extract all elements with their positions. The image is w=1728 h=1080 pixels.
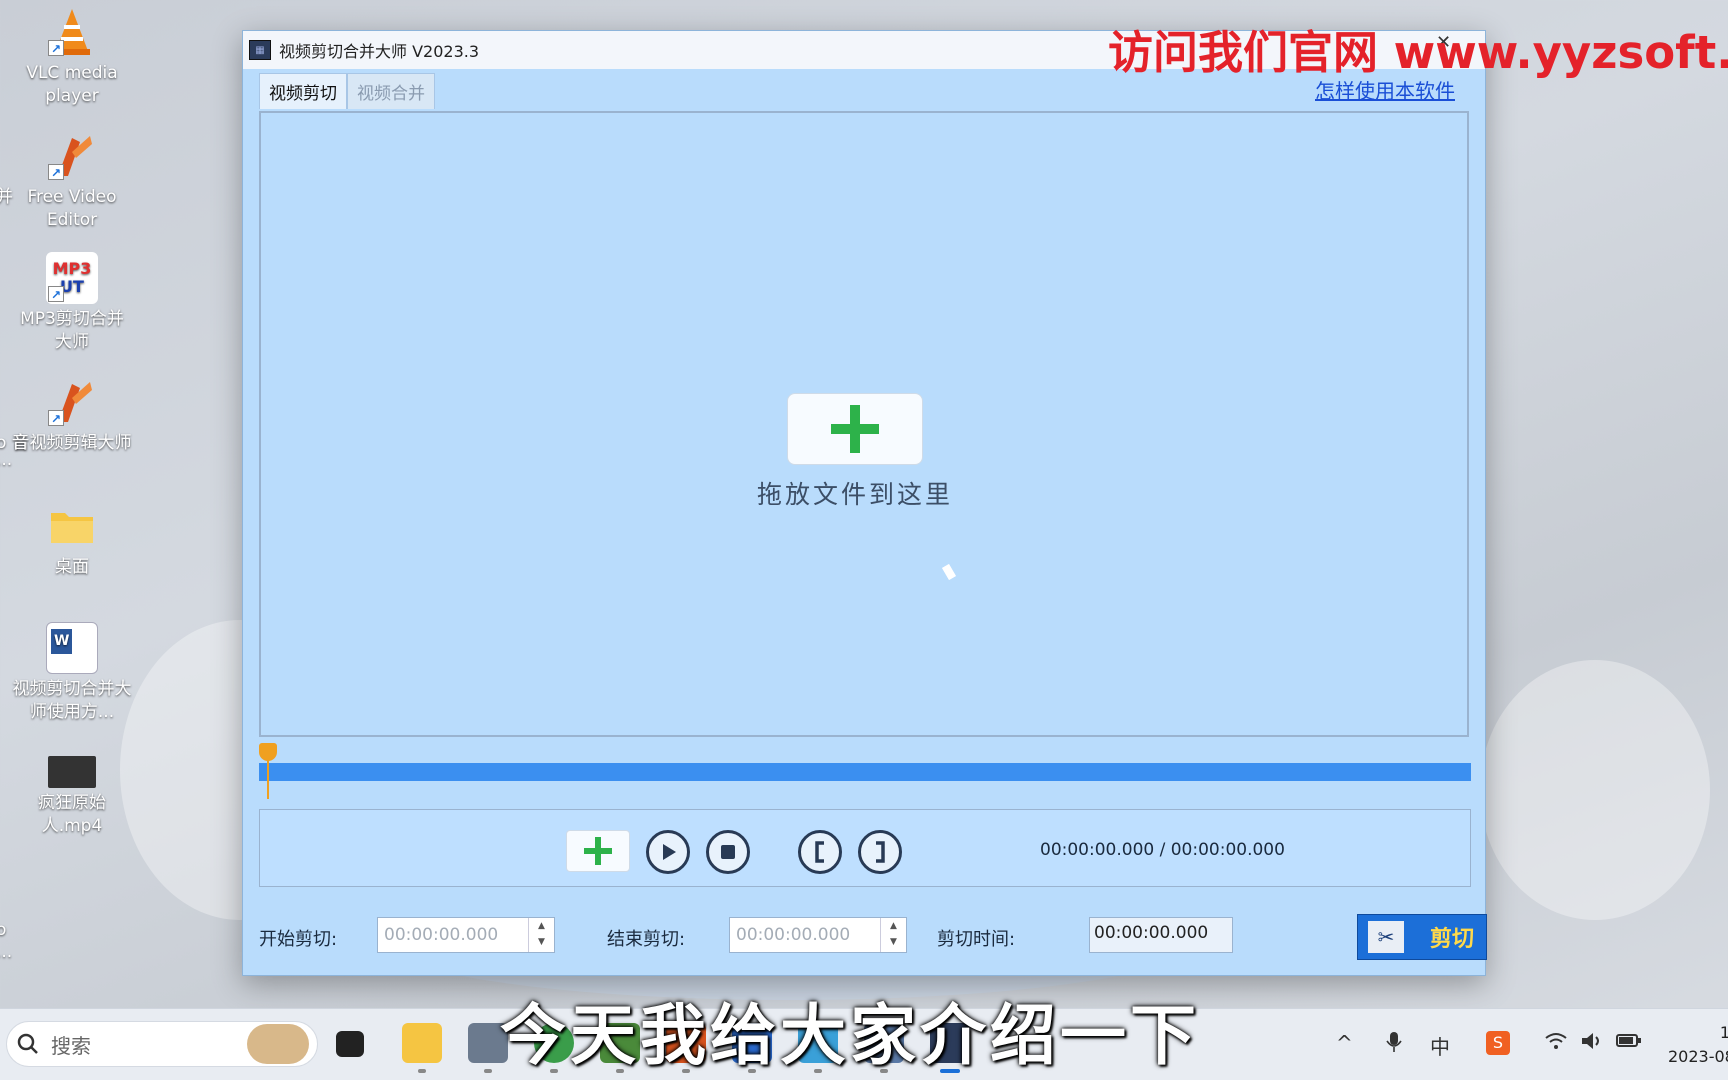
search-placeholder: 搜索 (51, 1033, 91, 1058)
website-watermark: 访问我们官网 www.yyzsoft.co (1108, 26, 1728, 79)
time-readout: 00:00:00.000 / 00:00:00.000 (1040, 840, 1285, 860)
running-indicator (484, 1069, 492, 1073)
word-doc-icon: W (46, 622, 98, 674)
app-film-icon: ▦ (249, 40, 271, 60)
clock-time: 1 (1719, 1023, 1728, 1042)
tab-video-cut[interactable]: 视频剪切 (259, 73, 347, 109)
vlc-cone-icon: ↗ (46, 6, 98, 58)
desktop-icon-video-file[interactable]: 疯狂原始人.mp4 (12, 756, 132, 838)
desktop-icon-free-video-editor[interactable]: ↗ Free Video Editor (12, 130, 132, 232)
partial-desktop-label: ... (0, 450, 13, 470)
folder-icon (46, 500, 98, 552)
partial-desktop-label: 并 (0, 187, 13, 207)
task-view-icon[interactable] (336, 1031, 364, 1057)
desktop-icon-label: 音视频剪辑大师 (12, 433, 132, 453)
partial-desktop-label: o (0, 920, 7, 940)
clock-date: 2023-08 (1668, 1047, 1728, 1066)
running-indicator (418, 1069, 426, 1073)
desktop-icon-mp3-cut[interactable]: MP3 UT ↗ MP3剪切合并大师 (12, 252, 132, 354)
video-editor-icon: ↗ (46, 130, 98, 182)
cut-duration-value: 00:00:00.000 (1089, 917, 1233, 953)
mouse-cursor-icon (942, 563, 956, 581)
desktop-icon-manual-doc[interactable]: W 视频剪切合并大师使用方... (12, 622, 132, 724)
cut-settings-row: 开始剪切: 00:00:00.000 ▲ ▼ 结束剪切: 00:00:00.000… (259, 914, 1487, 960)
desktop-icon-label: Free Video Editor (27, 187, 117, 230)
playhead-line (267, 759, 269, 799)
file-explorer-icon[interactable] (402, 1023, 442, 1063)
end-cut-label: 结束剪切: (607, 929, 686, 950)
app-window: ▦ 视频剪切合并大师 V2023.3 视频剪切 视频合并 怎样使用本软件 拖放文… (242, 30, 1487, 976)
microphone-icon[interactable] (1386, 1031, 1402, 1053)
end-cut-value: 00:00:00.000 (736, 925, 851, 945)
desktop-icon-label: VLC media player (26, 63, 118, 106)
desktop-icon-vlc[interactable]: ↗ VLC media player (12, 6, 132, 108)
desktop-icon-label: MP3剪切合并大师 (20, 309, 124, 352)
ime-indicator[interactable]: 中 (1430, 1031, 1450, 1060)
sogou-ime-icon[interactable]: S (1486, 1031, 1510, 1055)
start-cut-label: 开始剪切: (259, 929, 338, 950)
shortcut-arrow-icon: ↗ (48, 40, 64, 56)
shortcut-arrow-icon: ↗ (48, 410, 64, 426)
playhead-handle[interactable] (259, 743, 277, 761)
stop-button[interactable] (706, 830, 750, 874)
chevron-up-icon[interactable]: ^ (1336, 1031, 1353, 1055)
bracket-open-icon (815, 841, 824, 863)
tab-video-merge[interactable]: 视频合并 (347, 73, 435, 109)
desktop-icon-av-editor[interactable]: ↗ 音视频剪辑大师 (12, 376, 132, 455)
mark-end-button[interactable] (858, 830, 902, 874)
play-icon (663, 844, 676, 860)
taskbar-search[interactable]: 搜索 (6, 1021, 318, 1067)
scissors-icon: ✂ (1368, 921, 1404, 953)
cut-duration-label: 剪切时间: (937, 929, 1016, 950)
play-button[interactable] (646, 830, 690, 874)
desktop-icon-desktop-folder[interactable]: 桌面 (12, 500, 132, 579)
timeline-bar[interactable] (259, 763, 1471, 781)
desktop-icon-label: 桌面 (55, 557, 89, 577)
drop-hint: 拖放文件到这里 (756, 480, 953, 509)
search-icon (17, 1033, 38, 1054)
battery-icon[interactable] (1616, 1031, 1642, 1049)
search-highlight-image (247, 1024, 309, 1064)
start-cut-input[interactable]: 00:00:00.000 ▲ ▼ (377, 917, 555, 953)
end-cut-stepper[interactable]: ▲ ▼ (880, 918, 906, 952)
shortcut-arrow-icon: ↗ (48, 286, 64, 302)
video-file-icon (48, 756, 96, 788)
playback-controls: 00:00:00.000 / 00:00:00.000 (259, 809, 1471, 887)
desktop-icon-label: 视频剪切合并大师使用方... (12, 679, 132, 722)
start-cut-stepper[interactable]: ▲ ▼ (528, 918, 554, 952)
bracket-close-icon (876, 841, 885, 863)
volume-icon[interactable] (1580, 1031, 1604, 1051)
partial-desktop-label: ... (0, 942, 13, 962)
av-editor-icon: ↗ (46, 376, 98, 428)
desktop-icon-label: 疯狂原始人.mp4 (38, 793, 106, 836)
file-drop-area[interactable]: 拖放文件到这里 (259, 111, 1469, 737)
taskbar-clock[interactable]: 1 2023-08 (1668, 1021, 1728, 1069)
mark-start-button[interactable] (798, 830, 842, 874)
wifi-icon[interactable] (1544, 1031, 1568, 1051)
cut-button-label: 剪切 (1429, 927, 1474, 952)
add-video-button[interactable] (566, 830, 630, 872)
plus-icon (831, 405, 879, 453)
shortcut-arrow-icon: ↗ (48, 164, 64, 180)
start-cut-value: 00:00:00.000 (384, 925, 499, 945)
add-file-button[interactable] (787, 393, 923, 465)
window-title: 视频剪切合并大师 V2023.3 (279, 42, 480, 61)
tab-bar: 视频剪切 视频合并 (259, 73, 435, 109)
cut-button[interactable]: ✂ 剪切 (1357, 914, 1487, 960)
stop-icon (721, 845, 735, 859)
plus-icon (584, 837, 612, 865)
mp3-cut-icon: MP3 UT ↗ (46, 252, 98, 304)
video-subtitle: 今天我给大家介绍一下 (500, 997, 1200, 1074)
end-cut-input[interactable]: 00:00:00.000 ▲ ▼ (729, 917, 907, 953)
